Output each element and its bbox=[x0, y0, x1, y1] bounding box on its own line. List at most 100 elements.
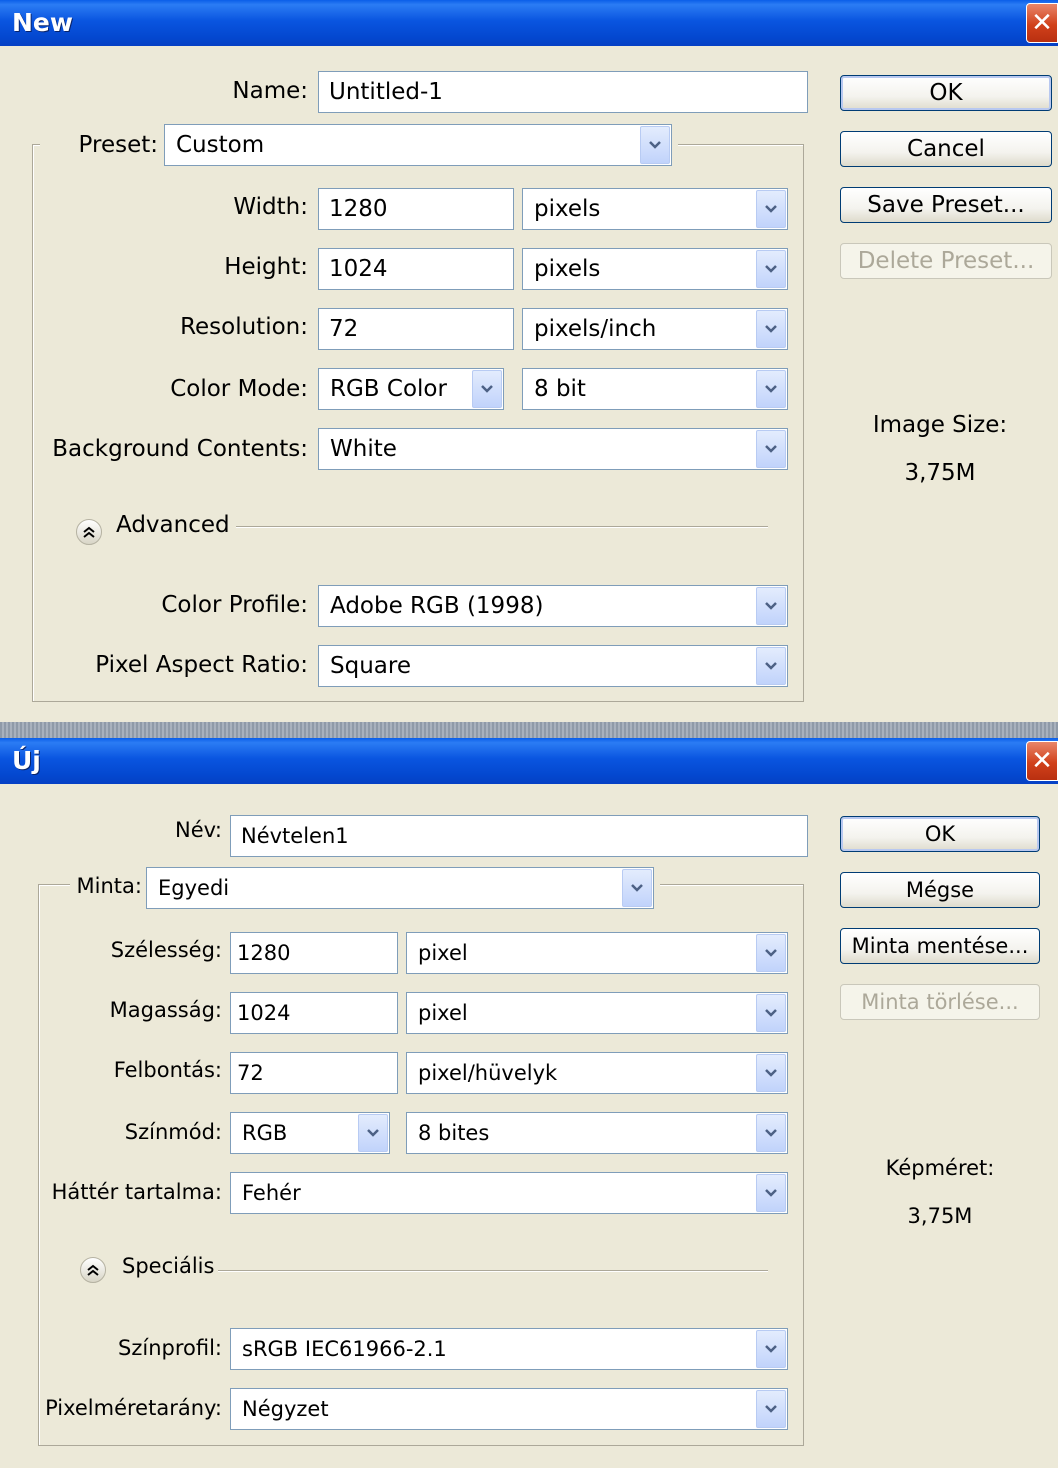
double-chevron-up-icon[interactable] bbox=[76, 519, 102, 545]
close-icon: ✕ bbox=[1031, 8, 1053, 38]
advanced-divider bbox=[236, 526, 768, 528]
close-icon: ✕ bbox=[1031, 746, 1053, 776]
dialog-title: New bbox=[12, 8, 73, 37]
background-value: Fehér bbox=[242, 1181, 301, 1205]
chevron-down-icon[interactable] bbox=[756, 310, 786, 348]
bit-depth-select[interactable]: 8 bit bbox=[522, 368, 788, 410]
pixel-aspect-label: Pixelméretarány: bbox=[45, 1396, 222, 1420]
double-chevron-up-icon[interactable] bbox=[80, 1257, 106, 1283]
save-preset-button-label: Minta mentése... bbox=[851, 934, 1029, 958]
resolution-label: Resolution: bbox=[180, 314, 308, 340]
pixel-aspect-value: Négyzet bbox=[242, 1397, 329, 1421]
height-input[interactable]: 1024 bbox=[318, 248, 514, 290]
chevron-down-icon[interactable] bbox=[756, 1390, 786, 1428]
save-preset-button[interactable]: Minta mentése... bbox=[840, 928, 1040, 964]
name-input[interactable]: Névtelen1 bbox=[230, 815, 808, 857]
color-profile-select[interactable]: Adobe RGB (1998) bbox=[318, 585, 788, 627]
color-mode-label: Színmód: bbox=[124, 1120, 222, 1144]
height-unit-value: pixels bbox=[534, 256, 601, 282]
preset-label: Preset: bbox=[40, 132, 162, 158]
width-unit-select[interactable]: pixels bbox=[522, 188, 788, 230]
title-bar[interactable]: New ✕ bbox=[0, 0, 1058, 46]
chevron-down-icon[interactable] bbox=[756, 370, 786, 408]
pixel-aspect-select[interactable]: Square bbox=[318, 645, 788, 687]
chevron-down-icon[interactable] bbox=[756, 934, 786, 972]
image-size-value: 3,75M bbox=[904, 460, 976, 486]
ok-button-label: OK bbox=[924, 822, 956, 846]
background-select[interactable]: Fehér bbox=[230, 1172, 788, 1214]
delete-preset-button-label: Delete Preset... bbox=[857, 248, 1035, 274]
chevron-down-icon[interactable] bbox=[756, 1054, 786, 1092]
background-select[interactable]: White bbox=[318, 428, 788, 470]
width-label: Szélesség: bbox=[110, 938, 222, 962]
chevron-down-icon[interactable] bbox=[756, 1330, 786, 1368]
color-mode-select[interactable]: RGB bbox=[230, 1112, 390, 1154]
height-unit-value: pixel bbox=[418, 1001, 468, 1025]
pixel-aspect-value: Square bbox=[330, 653, 411, 679]
name-input[interactable]: Untitled-1 bbox=[318, 71, 808, 113]
name-label: Name: bbox=[232, 78, 308, 104]
background-label: Háttér tartalma: bbox=[51, 1180, 222, 1204]
ok-button[interactable]: OK bbox=[840, 75, 1052, 111]
chevron-down-icon[interactable] bbox=[756, 430, 786, 468]
chevron-down-icon[interactable] bbox=[756, 190, 786, 228]
title-bar[interactable]: Új ✕ bbox=[0, 738, 1058, 784]
color-profile-label: Color Profile: bbox=[161, 592, 308, 618]
height-input-value: 1024 bbox=[237, 1001, 291, 1025]
window-separator bbox=[0, 722, 1058, 738]
height-unit-select[interactable]: pixel bbox=[406, 992, 788, 1034]
ok-button[interactable]: OK bbox=[840, 816, 1040, 852]
resolution-unit-select[interactable]: pixel/hüvelyk bbox=[406, 1052, 788, 1094]
chevron-down-icon[interactable] bbox=[358, 1114, 388, 1152]
bit-depth-select[interactable]: 8 bites bbox=[406, 1112, 788, 1154]
pixel-aspect-label: Pixel Aspect Ratio: bbox=[95, 652, 308, 678]
resolution-unit-select[interactable]: pixels/inch bbox=[522, 308, 788, 350]
preset-label: Minta: bbox=[70, 874, 146, 898]
preset-select[interactable]: Egyedi bbox=[146, 867, 654, 909]
resolution-unit-value: pixel/hüvelyk bbox=[418, 1061, 558, 1085]
resolution-label: Felbontás: bbox=[113, 1058, 222, 1082]
chevron-down-icon[interactable] bbox=[640, 126, 670, 164]
save-preset-button[interactable]: Save Preset... bbox=[840, 187, 1052, 223]
width-input[interactable]: 1280 bbox=[318, 188, 514, 230]
color-profile-value: Adobe RGB (1998) bbox=[330, 593, 544, 619]
cancel-button[interactable]: Cancel bbox=[840, 131, 1052, 167]
width-unit-value: pixels bbox=[534, 196, 601, 222]
resolution-unit-value: pixels/inch bbox=[534, 316, 657, 342]
cancel-button[interactable]: Mégse bbox=[840, 872, 1040, 908]
chevron-down-icon[interactable] bbox=[756, 587, 786, 625]
chevron-down-icon[interactable] bbox=[756, 250, 786, 288]
chevron-down-icon[interactable] bbox=[756, 647, 786, 685]
delete-preset-button[interactable]: Delete Preset... bbox=[840, 243, 1052, 279]
resolution-input[interactable]: 72 bbox=[318, 308, 514, 350]
width-input[interactable]: 1280 bbox=[230, 932, 398, 974]
chevron-down-icon[interactable] bbox=[472, 370, 502, 408]
color-mode-select[interactable]: RGB Color bbox=[318, 368, 504, 410]
close-button[interactable]: ✕ bbox=[1026, 3, 1058, 43]
color-profile-label: Színprofil: bbox=[118, 1336, 222, 1360]
chevron-down-icon[interactable] bbox=[756, 994, 786, 1032]
name-input-value: Névtelen1 bbox=[241, 824, 349, 848]
height-input-value: 1024 bbox=[329, 256, 388, 282]
width-unit-select[interactable]: pixel bbox=[406, 932, 788, 974]
chevron-down-icon[interactable] bbox=[756, 1174, 786, 1212]
chevron-down-icon[interactable] bbox=[756, 1114, 786, 1152]
close-button[interactable]: ✕ bbox=[1026, 741, 1058, 781]
color-mode-value: RGB bbox=[242, 1121, 288, 1145]
chevron-down-icon[interactable] bbox=[622, 869, 652, 907]
height-unit-select[interactable]: pixels bbox=[522, 248, 788, 290]
height-label: Magasság: bbox=[109, 998, 222, 1022]
pixel-aspect-select[interactable]: Négyzet bbox=[230, 1388, 788, 1430]
resolution-input[interactable]: 72 bbox=[230, 1052, 398, 1094]
resolution-input-value: 72 bbox=[237, 1061, 264, 1085]
image-size-label: Képméret: bbox=[885, 1156, 995, 1180]
delete-preset-button[interactable]: Minta törlése... bbox=[840, 984, 1040, 1020]
width-unit-value: pixel bbox=[418, 941, 468, 965]
preset-select[interactable]: Custom bbox=[164, 124, 672, 166]
bit-depth-value: 8 bites bbox=[418, 1121, 490, 1145]
color-profile-select[interactable]: sRGB IEC61966-2.1 bbox=[230, 1328, 788, 1370]
height-input[interactable]: 1024 bbox=[230, 992, 398, 1034]
ok-button-label: OK bbox=[929, 80, 963, 106]
color-mode-value: RGB Color bbox=[330, 376, 447, 402]
cancel-button-label: Cancel bbox=[907, 136, 985, 162]
